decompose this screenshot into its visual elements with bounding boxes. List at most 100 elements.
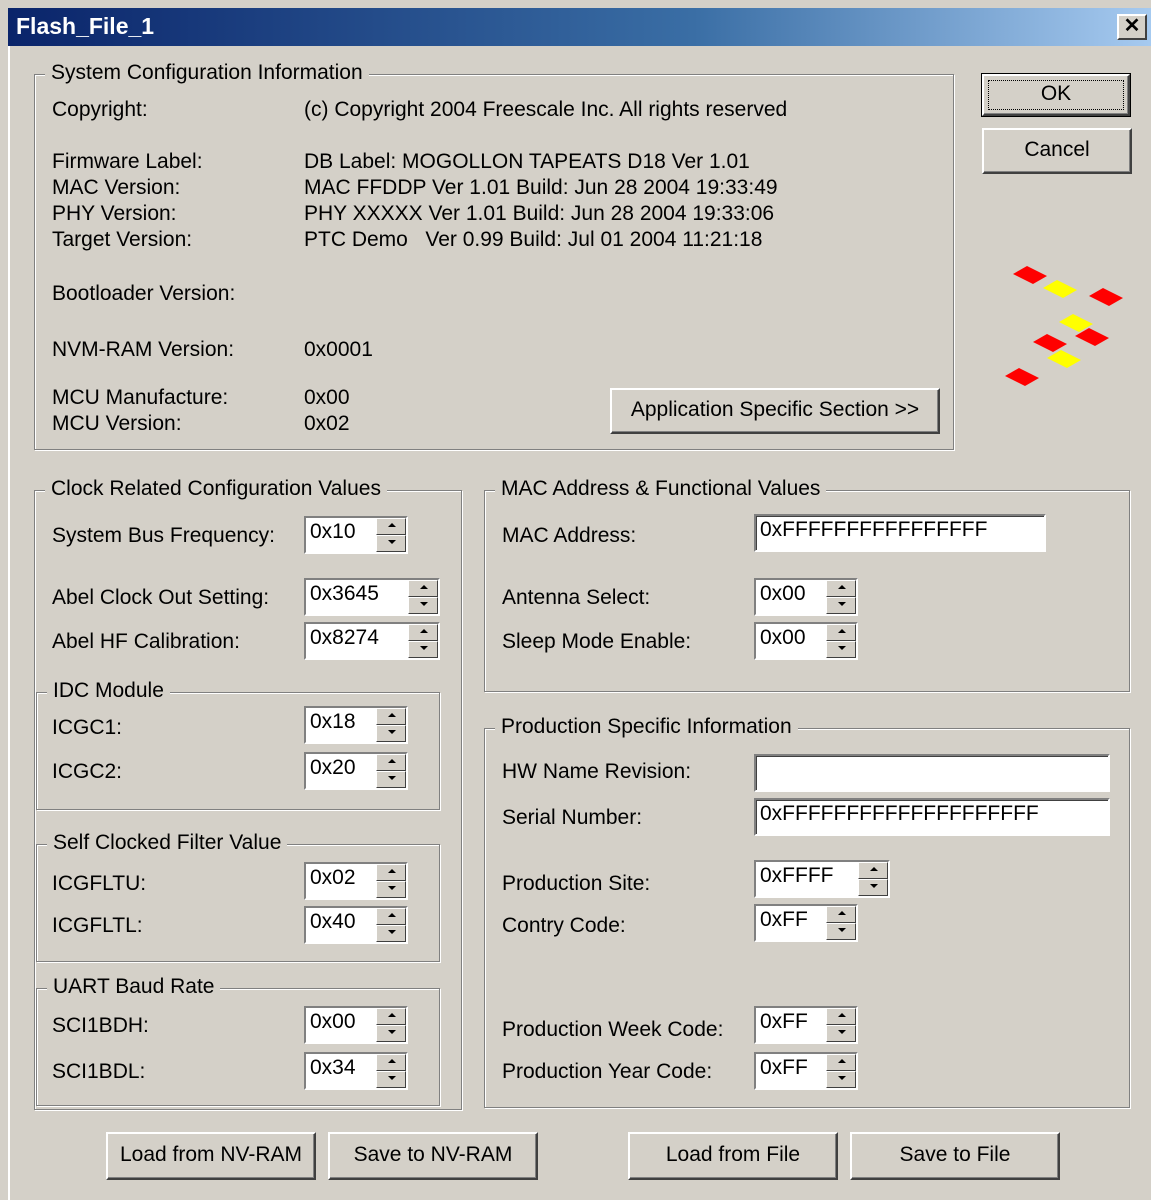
spin-up-icon[interactable] [826,1054,856,1071]
spin-up-icon[interactable] [376,754,406,771]
abel-hf-calibration-label: Abel HF Calibration: [52,630,240,653]
spin-buttons[interactable] [826,624,856,658]
sci1bdl-spinner[interactable]: 0x34 [304,1052,408,1090]
save-to-file-button[interactable]: Save to File [850,1132,1060,1180]
spin-up-icon[interactable] [826,580,856,597]
hw-name-revision-input[interactable] [754,754,1110,792]
spin-down-icon[interactable] [858,879,888,896]
abel-clock-out-spinner[interactable]: 0x3645 [304,578,440,616]
title-bar: Flash_File_1 ✕ [8,8,1151,46]
firmware-value: DB Label: MOGOLLON TAPEATS D18 Ver 1.01 [304,150,750,173]
group-legend: Production Specific Information [495,715,798,739]
spinner-value: 0xFFFF [760,864,834,887]
spin-up-icon[interactable] [826,624,856,641]
spin-buttons[interactable] [376,1008,406,1042]
spin-down-icon[interactable] [376,925,406,942]
cancel-button[interactable]: Cancel [982,128,1132,174]
save-to-file-label: Save to File [899,1143,1011,1166]
spin-down-icon[interactable] [376,771,406,788]
country-code-spinner[interactable]: 0xFF [754,904,858,942]
load-from-file-button[interactable]: Load from File [628,1132,838,1180]
sci1bdh-spinner[interactable]: 0x00 [304,1006,408,1044]
spin-down-icon[interactable] [408,597,438,614]
icgc1-spinner[interactable]: 0x18 [304,706,408,744]
spin-buttons[interactable] [826,1008,856,1042]
spin-buttons[interactable] [376,864,406,898]
spin-up-icon[interactable] [858,862,888,879]
spin-up-icon[interactable] [376,1054,406,1071]
system-bus-frequency-label: System Bus Frequency: [52,524,275,547]
load-from-nv-ram-button[interactable]: Load from NV-RAM [106,1132,316,1180]
spin-buttons[interactable] [376,1054,406,1088]
spin-buttons[interactable] [376,754,406,788]
spin-up-icon[interactable] [376,864,406,881]
sleep-mode-enable-spinner[interactable]: 0x00 [754,622,858,660]
sci1bdh-label: SCI1BDH: [52,1014,149,1037]
spin-down-icon[interactable] [826,641,856,658]
mac-version-value: MAC FFDDP Ver 1.01 Build: Jun 28 2004 19… [304,176,778,199]
ok-button[interactable]: OK [981,73,1131,117]
spin-up-icon[interactable] [408,580,438,597]
spin-buttons[interactable] [826,580,856,614]
spin-buttons[interactable] [826,906,856,940]
spin-up-icon[interactable] [826,1008,856,1025]
spin-down-icon[interactable] [826,1071,856,1088]
spinner-value: 0x18 [310,710,356,733]
spin-down-icon[interactable] [376,725,406,742]
window-title: Flash_File_1 [16,13,155,39]
spin-up-icon[interactable] [376,518,406,535]
spinner-value: 0xFF [760,1056,808,1079]
mac-address-input[interactable]: 0xFFFFFFFFFFFFFFFF [754,514,1046,552]
serial-number-input[interactable]: 0xFFFFFFFFFFFFFFFFFFFF [754,798,1110,836]
icgc2-spinner[interactable]: 0x20 [304,752,408,790]
spin-up-icon[interactable] [376,1008,406,1025]
serial-number-label: Serial Number: [502,806,643,829]
antenna-select-spinner[interactable]: 0x00 [754,578,858,616]
application-specific-section-button[interactable]: Application Specific Section >> [610,388,940,434]
spin-buttons[interactable] [826,1054,856,1088]
target-version-value: PTC Demo Ver 0.99 Build: Jul 01 2004 11:… [304,228,763,251]
production-week-code-label: Production Week Code: [502,1018,724,1041]
firmware-label: Firmware Label: [52,150,203,173]
spin-up-icon[interactable] [376,908,406,925]
icgfltl-spinner[interactable]: 0x40 [304,906,408,944]
production-week-code-spinner[interactable]: 0xFF [754,1006,858,1044]
spin-buttons[interactable] [376,908,406,942]
focus-rect [988,80,1124,110]
spin-down-icon[interactable] [826,597,856,614]
copyright-label: Copyright: [52,98,148,121]
production-site-spinner[interactable]: 0xFFFF [754,860,890,898]
system-bus-frequency-spinner[interactable]: 0x10 [304,516,408,554]
spin-buttons[interactable] [376,518,406,552]
spin-down-icon[interactable] [376,1025,406,1042]
save-to-nv-ram-button[interactable]: Save to NV-RAM [328,1132,538,1180]
spin-down-icon[interactable] [376,1071,406,1088]
icgfltl-label: ICGFLTL: [52,914,143,937]
spin-down-icon[interactable] [826,1025,856,1042]
spin-buttons[interactable] [376,708,406,742]
icgfltu-spinner[interactable]: 0x02 [304,862,408,900]
spin-up-icon[interactable] [408,624,438,641]
nvm-ram-version-value: 0x0001 [304,338,373,361]
spin-up-icon[interactable] [826,906,856,923]
load-from-file-label: Load from File [665,1143,801,1166]
spinner-value: 0x00 [760,626,806,649]
spin-up-icon[interactable] [376,708,406,725]
spin-down-icon[interactable] [826,923,856,940]
abel-hf-calibration-spinner[interactable]: 0x8274 [304,622,440,660]
spin-buttons[interactable] [858,862,888,896]
spin-down-icon[interactable] [408,641,438,658]
country-code-label: Contry Code: [502,914,626,937]
close-icon: ✕ [1123,15,1141,37]
mcu-version-label: MCU Version: [52,412,182,435]
spin-buttons[interactable] [408,624,438,658]
group-legend: IDC Module [47,679,170,703]
spin-down-icon[interactable] [376,881,406,898]
freescale-logo [1005,266,1123,386]
icgc2-label: ICGC2: [52,760,123,783]
close-button[interactable]: ✕ [1117,14,1147,40]
spin-buttons[interactable] [408,580,438,614]
spin-down-icon[interactable] [376,535,406,552]
production-year-code-spinner[interactable]: 0xFF [754,1052,858,1090]
mcu-manufacture-value: 0x00 [304,386,350,409]
